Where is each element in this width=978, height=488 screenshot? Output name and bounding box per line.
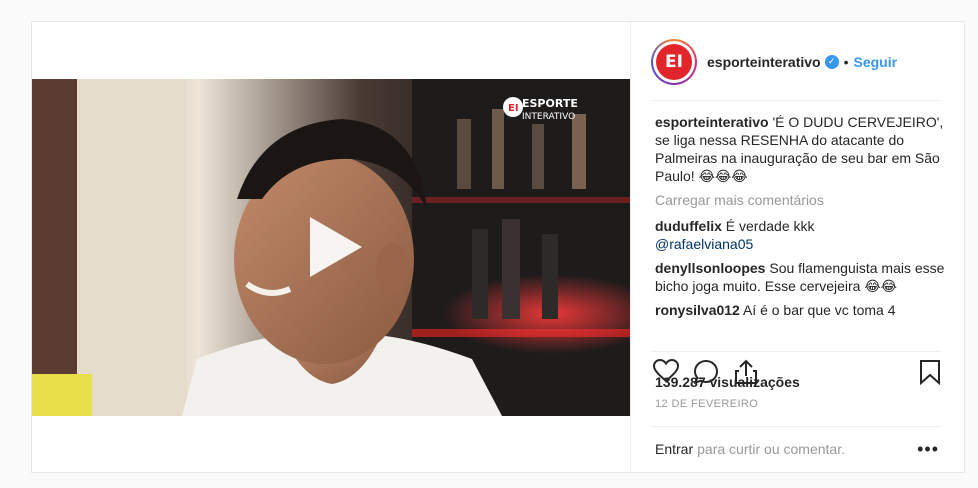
actions-divider (651, 351, 941, 352)
load-more-comments-button[interactable]: Carregar mais comentários (655, 191, 945, 209)
follow-button[interactable]: Seguir (854, 54, 898, 70)
comment-username[interactable]: denyllsonloopes (655, 260, 765, 276)
login-prompt-text: para curtir ou comentar. (697, 440, 845, 457)
mention-link[interactable]: @rafaelviana05 (655, 236, 753, 252)
comment-username[interactable]: ronysilva012 (655, 302, 740, 318)
login-prompt: Entrar para curtir ou comentar. ••• (651, 426, 941, 470)
views-count[interactable]: 139.287 visualizações (655, 374, 800, 390)
verified-badge-icon: ✓ (824, 54, 839, 69)
list-item: ronysilva012 Aí é o bar que vc toma 4 (655, 301, 945, 319)
list-item: denyllsonloopes Sou flamenguista mais es… (655, 259, 945, 295)
comment-username[interactable]: duduffelix (655, 218, 722, 234)
post-date[interactable]: 12 DE FEVEREIRO (655, 398, 758, 410)
post-card: ESPORTE INTERATIVO EI EI esporteinterati… (31, 21, 965, 473)
caption-username[interactable]: esporteinterativo (655, 114, 769, 130)
bookmark-icon[interactable] (919, 359, 941, 385)
avatar[interactable]: EI (651, 38, 697, 85)
header-username[interactable]: esporteinterativo (707, 54, 821, 70)
media-area: ESPORTE INTERATIVO EI (32, 22, 630, 472)
play-icon[interactable] (302, 215, 366, 279)
caption: esporteinterativo 'É O DUDU CERVEJEIRO',… (655, 113, 945, 185)
watermark-line1: ESPORTE (522, 97, 578, 110)
more-options-icon[interactable]: ••• (917, 439, 939, 460)
post-sidebar: EI esporteinterativo ✓ • Seguir esportei… (630, 22, 964, 472)
video-player[interactable]: ESPORTE INTERATIVO EI (32, 79, 630, 416)
avatar-logo: EI (656, 43, 692, 80)
comment-list: esporteinterativo 'É O DUDU CERVEJEIRO',… (655, 113, 945, 351)
header-separator: • (843, 53, 849, 70)
watermark-logo-text: EI (508, 103, 519, 114)
watermark-line2: INTERATIVO (522, 112, 575, 122)
login-link[interactable]: Entrar (655, 441, 693, 457)
list-item: duduffelix É verdade kkk @rafaelviana05 (655, 217, 945, 253)
comment-text: É verdade kkk (721, 218, 815, 234)
comment-text: Aí é o bar que vc toma 4 (739, 302, 896, 318)
post-header: EI esporteinterativo ✓ • Seguir (631, 22, 965, 101)
